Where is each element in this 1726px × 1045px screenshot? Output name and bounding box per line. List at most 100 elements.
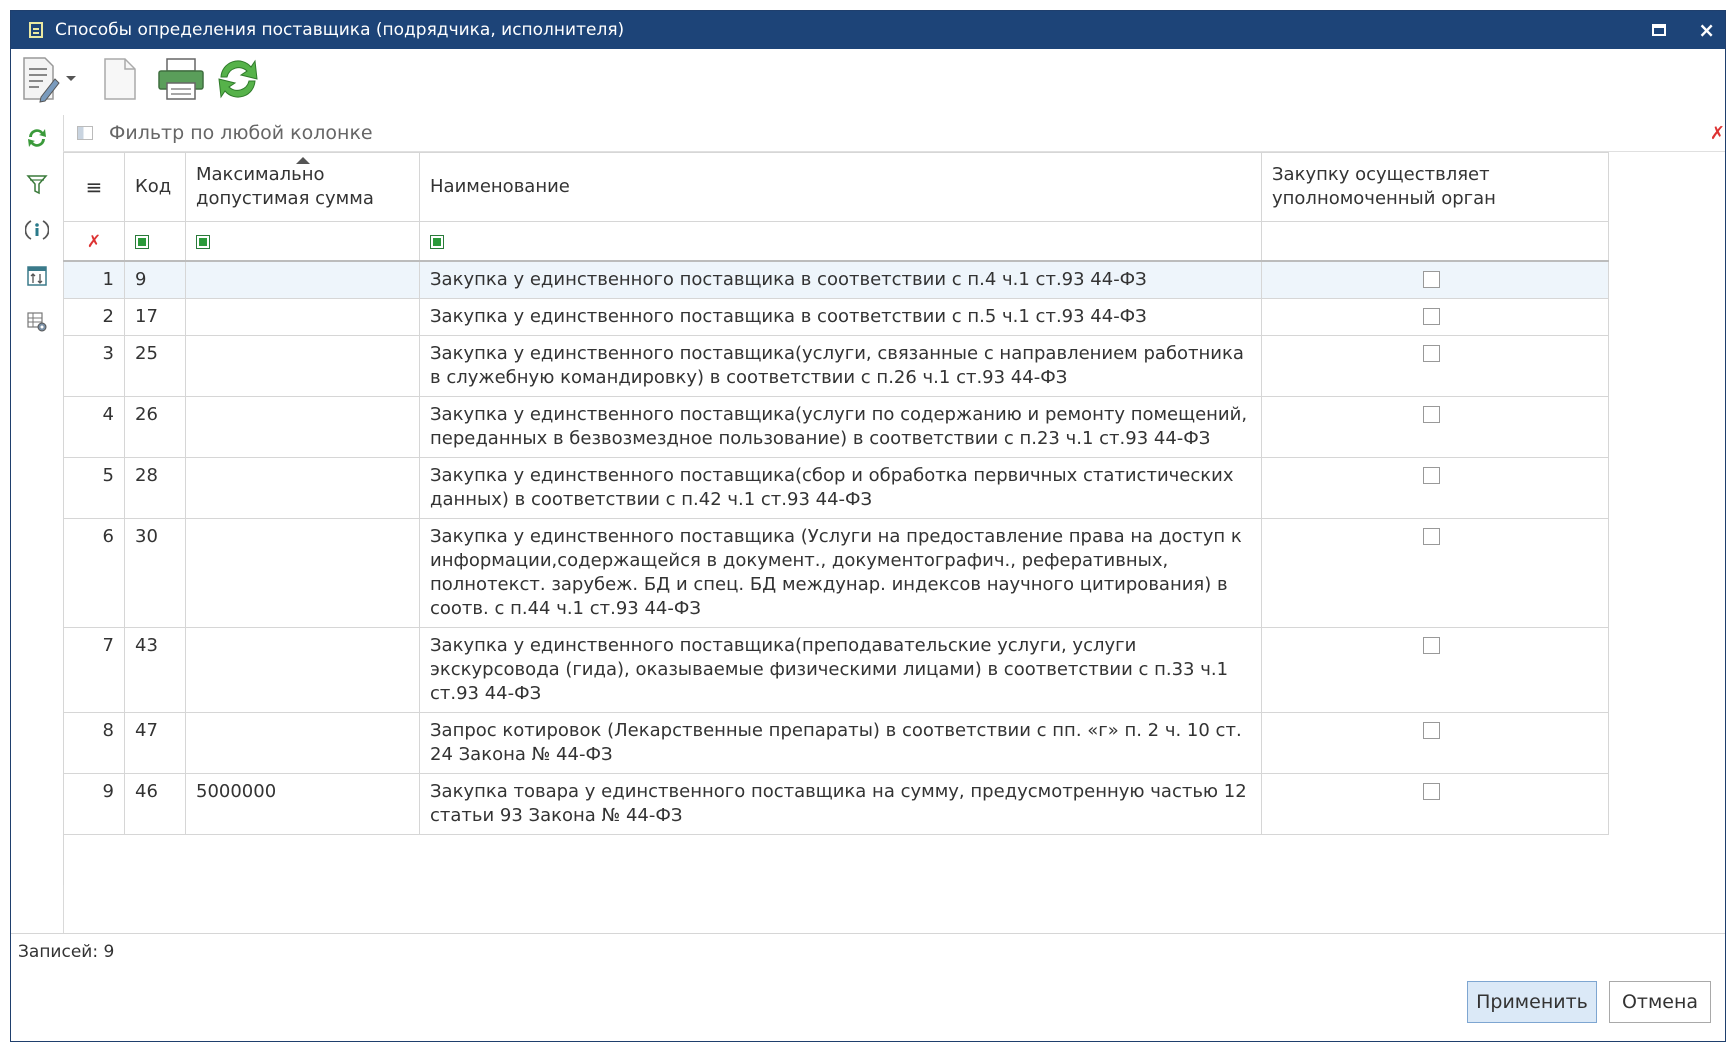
authorized-body-cell bbox=[1261, 396, 1609, 458]
name-cell: Закупка у единственного поставщика (Услу… bbox=[419, 518, 1262, 628]
table-row[interactable]: 5 28 Закупка у единственного поставщика(сб… bbox=[63, 457, 1609, 519]
chevron-down-icon bbox=[66, 76, 76, 81]
table-row[interactable]: 6 30 Закупка у единственного поставщика (У… bbox=[63, 518, 1609, 628]
row-number-cell: 6 bbox=[63, 518, 125, 628]
header-max-sum-label: Максимально допустимая сумма bbox=[196, 164, 374, 209]
name-cell: Закупка у единственного поставщика(сбор … bbox=[419, 457, 1262, 519]
edit-dropdown-button[interactable] bbox=[65, 75, 77, 83]
side-toolbar bbox=[11, 115, 64, 933]
max-sum-cell: 5000000 bbox=[185, 773, 420, 835]
max-sum-cell bbox=[185, 298, 420, 336]
name-cell: Закупка у единственного поставщика в соо… bbox=[419, 298, 1262, 336]
table-row[interactable]: 1 9 Закупка у единственного поставщика в с… bbox=[63, 260, 1609, 299]
window-app-icon bbox=[29, 22, 43, 38]
printer-icon bbox=[158, 58, 204, 100]
grid-area: Фильтр по любой колонке ✗ ≡ Код Максимал… bbox=[63, 115, 1725, 933]
filter-panel-toggle[interactable] bbox=[77, 126, 93, 140]
authorized-body-checkbox[interactable] bbox=[1422, 271, 1440, 288]
side-refresh-button[interactable] bbox=[11, 115, 63, 161]
sort-table-icon bbox=[27, 266, 47, 286]
filter-input[interactable]: Фильтр по любой колонке bbox=[109, 122, 373, 144]
apply-button[interactable]: Применить bbox=[1467, 981, 1597, 1023]
side-column-settings-button[interactable] bbox=[11, 299, 63, 345]
authorized-body-cell bbox=[1261, 260, 1609, 299]
table-row[interactable]: 8 47 Запрос котировок (Лекарственные препа… bbox=[63, 712, 1609, 774]
close-button[interactable]: × bbox=[1698, 18, 1715, 42]
authorized-body-cell bbox=[1261, 335, 1609, 397]
clear-filter-icon[interactable]: ✗ bbox=[1710, 123, 1725, 144]
side-info-button[interactable] bbox=[11, 207, 63, 253]
max-sum-cell bbox=[185, 457, 420, 519]
authorized-body-checkbox[interactable] bbox=[1422, 467, 1440, 484]
column-menu-button[interactable]: ≡ bbox=[63, 152, 125, 222]
table-row[interactable]: 9 46 5000000 Закупка товара у единственного… bbox=[63, 773, 1609, 835]
filter-condition-icon bbox=[196, 234, 210, 249]
refresh-icon bbox=[28, 129, 46, 147]
side-sort-button[interactable] bbox=[11, 253, 63, 299]
authorized-body-checkbox[interactable] bbox=[1422, 406, 1440, 423]
name-cell: Закупка у единственного поставщика(услуг… bbox=[419, 396, 1262, 458]
clear-filter-icon: ✗ bbox=[86, 231, 102, 252]
empty-cell bbox=[419, 834, 1262, 885]
table-row[interactable]: 4 26 Закупка у единственного поставщика(ус… bbox=[63, 396, 1609, 458]
edit-document-button[interactable] bbox=[21, 55, 61, 103]
record-count: Записей: 9 bbox=[18, 941, 115, 962]
title-bar: Способы определения поставщика (подрядчи… bbox=[11, 11, 1725, 49]
refresh-button[interactable] bbox=[213, 55, 263, 103]
empty-cell bbox=[124, 834, 186, 885]
code-cell: 25 bbox=[124, 335, 186, 397]
authorized-body-checkbox[interactable] bbox=[1422, 783, 1440, 800]
authorized-body-cell bbox=[1261, 712, 1609, 774]
blank-document-icon bbox=[104, 58, 136, 100]
new-document-button[interactable] bbox=[103, 57, 137, 101]
header-code[interactable]: Код bbox=[124, 152, 186, 222]
max-sum-cell bbox=[185, 712, 420, 774]
sort-ascending-icon bbox=[296, 157, 310, 164]
table-body: 1 9 Закупка у единственного поставщика в с… bbox=[63, 260, 1609, 885]
max-sum-cell bbox=[185, 260, 420, 299]
name-cell: Закупка у единственного поставщика(услуг… bbox=[419, 335, 1262, 397]
authorized-body-checkbox[interactable] bbox=[1422, 528, 1440, 545]
row-number-cell: 3 bbox=[63, 335, 125, 397]
authorized-body-checkbox[interactable] bbox=[1422, 722, 1440, 739]
authorized-body-checkbox[interactable] bbox=[1422, 637, 1440, 654]
table-row[interactable]: 7 43 Закупка у единственного поставщика(пр… bbox=[63, 627, 1609, 713]
max-sum-cell bbox=[185, 396, 420, 458]
filter-cell-name[interactable] bbox=[419, 221, 1262, 262]
window-title: Способы определения поставщика (подрядчи… bbox=[55, 20, 625, 40]
code-cell: 26 bbox=[124, 396, 186, 458]
header-authorized-body[interactable]: Закупку осуществляет уполномоченный орга… bbox=[1261, 152, 1609, 222]
code-cell: 46 bbox=[124, 773, 186, 835]
authorized-body-cell bbox=[1261, 457, 1609, 519]
empty-cell bbox=[1261, 834, 1609, 885]
table-row[interactable]: 3 25 Закупка у единственного поставщика(ус… bbox=[63, 335, 1609, 397]
max-sum-cell bbox=[185, 627, 420, 713]
authorized-body-checkbox[interactable] bbox=[1422, 345, 1440, 362]
filter-cell-authorized[interactable] bbox=[1261, 221, 1609, 262]
filter-cell-max-sum[interactable] bbox=[185, 221, 420, 262]
row-number-cell: 9 bbox=[63, 773, 125, 835]
column-filter-row: ✗ bbox=[63, 221, 1609, 262]
authorized-body-cell bbox=[1261, 518, 1609, 628]
row-number-cell: 4 bbox=[63, 396, 125, 458]
row-number-cell: 2 bbox=[63, 298, 125, 336]
authorized-body-checkbox[interactable] bbox=[1422, 308, 1440, 325]
row-number-cell: 5 bbox=[63, 457, 125, 519]
filter-icon bbox=[26, 175, 48, 195]
data-table: ≡ Код Максимально допустимая сумма Наиме… bbox=[63, 152, 1609, 885]
side-filter-button[interactable] bbox=[11, 161, 63, 207]
clear-column-filters[interactable]: ✗ bbox=[63, 221, 125, 262]
row-number-cell: 1 bbox=[63, 260, 125, 299]
empty-filler-row bbox=[63, 834, 1609, 885]
header-name[interactable]: Наименование bbox=[419, 152, 1262, 222]
print-button[interactable] bbox=[157, 57, 205, 101]
table-row[interactable]: 2 17 Закупка у единственного поставщика в … bbox=[63, 298, 1609, 336]
code-cell: 43 bbox=[124, 627, 186, 713]
code-cell: 28 bbox=[124, 457, 186, 519]
cancel-button[interactable]: Отмена bbox=[1609, 981, 1711, 1023]
edit-document-icon bbox=[23, 57, 60, 103]
status-bar: Записей: 9 bbox=[11, 933, 1725, 969]
filter-cell-code[interactable] bbox=[124, 221, 186, 262]
maximize-button[interactable] bbox=[1652, 24, 1667, 36]
header-max-sum[interactable]: Максимально допустимая сумма bbox=[185, 152, 420, 222]
